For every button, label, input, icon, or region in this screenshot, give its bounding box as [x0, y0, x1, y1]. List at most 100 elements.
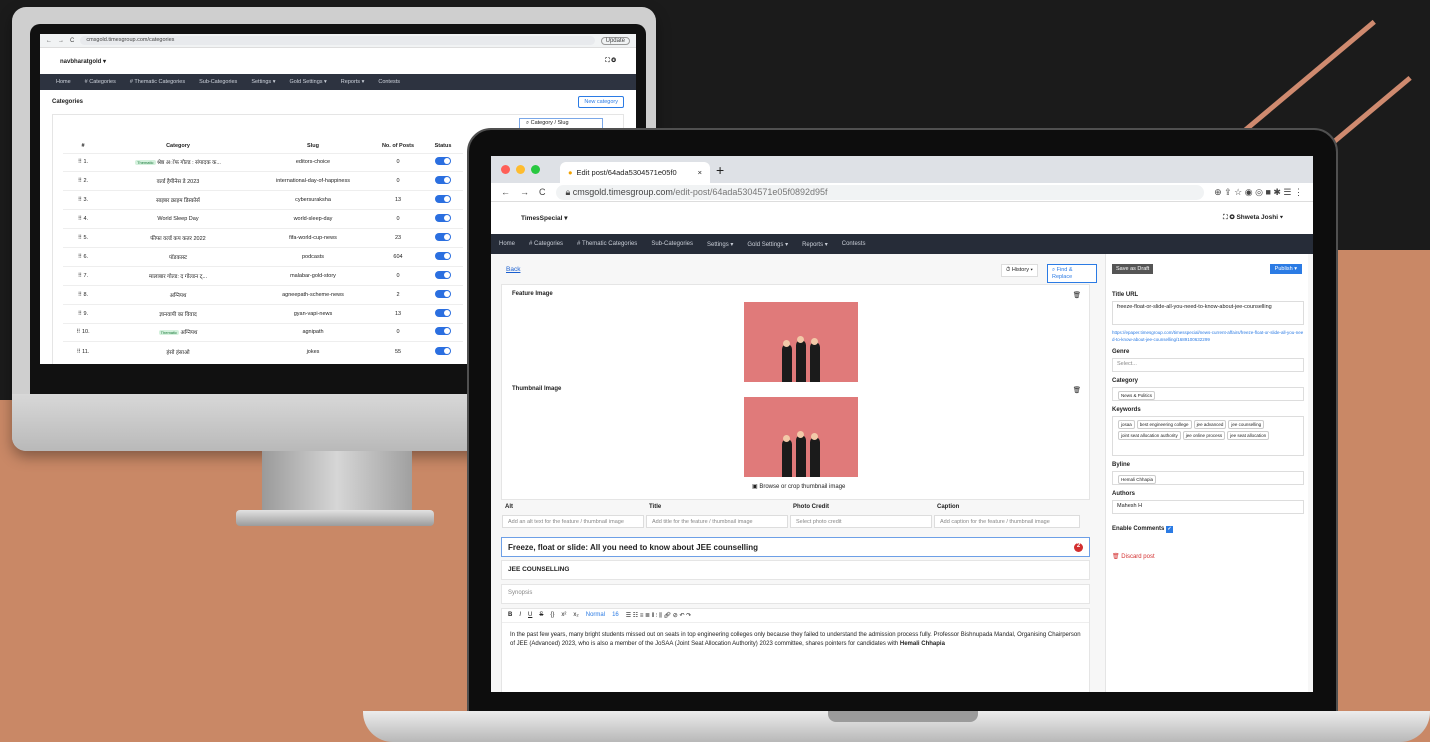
- nav-subcategories[interactable]: Sub-Categories: [199, 79, 237, 85]
- nav-contests[interactable]: Contests: [378, 79, 400, 85]
- photo-credit-select[interactable]: Select photo credit: [790, 515, 932, 528]
- keyword-chip[interactable]: jee online process: [1182, 431, 1226, 440]
- status-toggle[interactable]: [435, 270, 451, 279]
- browse-crop-link[interactable]: ▣ Browse or crop thumbnail image: [752, 483, 845, 490]
- update-button[interactable]: Update: [600, 36, 630, 45]
- status-toggle[interactable]: [435, 251, 451, 260]
- caption-input[interactable]: Add caption for the feature / thumbnail …: [934, 515, 1080, 528]
- alt-input[interactable]: Add an alt text for the feature / thumbn…: [502, 515, 644, 528]
- keyword-chip[interactable]: jee advanced: [1193, 420, 1227, 429]
- nav-home[interactable]: Home: [499, 241, 515, 247]
- byline-chip[interactable]: Hemali Chhapia: [1118, 475, 1157, 484]
- nav-settings[interactable]: Settings ▾: [251, 79, 275, 85]
- underline-icon[interactable]: U: [528, 612, 532, 619]
- user-avatar[interactable]: ⛶ ◎: [605, 58, 616, 65]
- extensions-icons[interactable]: ⊕ ⇪ ☆ ◉ ◎ ■ ✱ ☰ ⋮: [1214, 187, 1303, 198]
- history-dropdown[interactable]: ⏱ History ▾: [1001, 264, 1038, 277]
- new-category-button[interactable]: New category: [578, 96, 624, 108]
- editor-body[interactable]: In the past few years, many bright stude…: [502, 623, 1089, 657]
- nav-reports[interactable]: Reports ▾: [802, 241, 828, 248]
- nav-categories[interactable]: # Categories: [529, 241, 563, 247]
- bold-icon[interactable]: B: [508, 612, 512, 619]
- nav-gold-settings[interactable]: Gold Settings ▾: [289, 79, 326, 85]
- forward-icon[interactable]: →: [58, 38, 64, 44]
- row-category[interactable]: अग्निपथ: [103, 284, 253, 305]
- authors-select[interactable]: Mahesh H: [1112, 500, 1304, 514]
- reload-icon[interactable]: C: [539, 187, 546, 197]
- title-url-input[interactable]: freeze-float-or-slide-all-you-need-to-kn…: [1112, 301, 1304, 325]
- minimize-window-icon[interactable]: [516, 165, 525, 174]
- forward-icon[interactable]: →: [520, 187, 529, 197]
- discard-post-button[interactable]: 🗑︎ Discard post: [1112, 553, 1304, 560]
- status-toggle[interactable]: [435, 176, 451, 185]
- row-category[interactable]: Thematic श्रेष्ठ अॉफ गोल्ड : संपादक क...: [103, 152, 253, 172]
- back-icon[interactable]: ←: [501, 187, 510, 197]
- nav-settings[interactable]: Settings ▾: [707, 241, 733, 248]
- size-select[interactable]: 16: [612, 612, 619, 619]
- status-toggle[interactable]: [435, 308, 451, 317]
- user-menu[interactable]: ⛶ ◎ Shweta Joshi ▾: [1223, 214, 1283, 222]
- status-toggle[interactable]: [435, 289, 451, 298]
- row-category[interactable]: पॉडकास्ट: [103, 246, 253, 267]
- status-toggle[interactable]: [435, 233, 451, 241]
- full-url-link[interactable]: https://epaper.timesgroup.com/timesspeci…: [1112, 329, 1304, 343]
- row-category[interactable]: हंसो हंसाओ: [103, 341, 253, 361]
- italic-icon[interactable]: I: [519, 612, 521, 619]
- brand-dropdown[interactable]: TimesSpecial ▾: [521, 214, 568, 222]
- keyword-chip[interactable]: joint seat allocation authority: [1118, 431, 1181, 440]
- nav-thematic[interactable]: # Thematic Categories: [577, 241, 637, 247]
- tab-close-icon[interactable]: ×: [698, 168, 702, 177]
- close-window-icon[interactable]: [501, 165, 510, 174]
- url-field[interactable]: 🔒︎ cmsgold.timesgroup.com/edit-post/64ad…: [555, 184, 1205, 200]
- delete-thumbnail-icon[interactable]: 🗑︎: [1073, 386, 1081, 394]
- headline-input[interactable]: Freeze, float or slide: All you need to …: [501, 537, 1090, 557]
- status-toggle[interactable]: [435, 214, 451, 223]
- keyword-chip[interactable]: jee seat allocation: [1227, 431, 1270, 440]
- code-icon[interactable]: {}: [550, 612, 554, 619]
- new-tab-button[interactable]: +: [716, 162, 724, 178]
- nav-gold-settings[interactable]: Gold Settings ▾: [747, 241, 788, 248]
- row-category[interactable]: Thematic अग्निपथ: [103, 322, 253, 342]
- url-field[interactable]: cmsgold.timesgroup.com/categories: [80, 36, 595, 45]
- kicker-input[interactable]: JEE COUNSELLING: [501, 560, 1090, 580]
- back-link[interactable]: Back: [506, 266, 520, 273]
- row-category[interactable]: World Sleep Day: [103, 209, 253, 229]
- find-replace-button[interactable]: ⌕ Find & Replace: [1047, 264, 1097, 283]
- back-icon[interactable]: ←: [46, 38, 52, 44]
- browser-tab[interactable]: ● Edit post/64ada5304571e05f0 ×: [560, 162, 710, 183]
- byline-select[interactable]: Hemali Chhapia: [1112, 471, 1304, 485]
- nav-thematic[interactable]: # Thematic Categories: [130, 79, 185, 85]
- brand-dropdown[interactable]: navbharatgold ▾: [60, 58, 106, 65]
- nav-categories[interactable]: # Categories: [85, 79, 116, 85]
- row-category[interactable]: वर्ल्ड हैपीनेस डे 2023: [103, 171, 253, 191]
- genre-select[interactable]: Select...: [1112, 358, 1304, 372]
- nav-subcategories[interactable]: Sub-Categories: [651, 241, 693, 247]
- row-category[interactable]: फीफा वर्ल्ड कप कतर 2022: [103, 228, 253, 248]
- enable-comments-checkbox[interactable]: ✓: [1166, 526, 1174, 533]
- row-category[interactable]: मालाबार गोल्ड: द गोल्डन ट्...: [103, 265, 253, 286]
- reload-icon[interactable]: C: [70, 38, 74, 44]
- status-toggle[interactable]: [435, 157, 451, 166]
- status-toggle[interactable]: [435, 327, 451, 336]
- nav-contests[interactable]: Contests: [842, 241, 866, 247]
- style-select[interactable]: Normal: [586, 612, 605, 619]
- title-input[interactable]: Add title for the feature / thumbnail im…: [646, 515, 788, 528]
- row-category[interactable]: साइबर क्राइम डिस्कोर्स: [103, 190, 253, 210]
- status-toggle[interactable]: [435, 195, 451, 204]
- feature-image[interactable]: [744, 302, 858, 382]
- nav-reports[interactable]: Reports ▾: [341, 79, 365, 85]
- save-draft-button[interactable]: Save as Draft: [1112, 264, 1154, 274]
- strike-icon[interactable]: S: [539, 612, 543, 619]
- keyword-chip[interactable]: jee counselling: [1228, 420, 1265, 429]
- delete-feature-image-icon[interactable]: 🗑︎: [1073, 291, 1081, 299]
- keywords-select[interactable]: josaa best engineering college jee advance…: [1112, 416, 1304, 456]
- superscript-icon[interactable]: x²: [561, 612, 566, 619]
- keyword-chip[interactable]: josaa: [1118, 420, 1135, 429]
- publish-button[interactable]: Publish ▾: [1269, 264, 1302, 274]
- subscript-icon[interactable]: x₂: [573, 612, 578, 619]
- category-select[interactable]: News & Politics: [1112, 387, 1304, 401]
- synopsis-input[interactable]: Synopsis: [501, 584, 1090, 604]
- nav-home[interactable]: Home: [56, 79, 71, 85]
- list-icons[interactable]: ☰ ☷ ≡ ≣ ⫴ ⫶ ⫼ 🔗︎ ⊘ ↶ ↷: [626, 612, 691, 619]
- keyword-chip[interactable]: best engineering college: [1136, 420, 1192, 429]
